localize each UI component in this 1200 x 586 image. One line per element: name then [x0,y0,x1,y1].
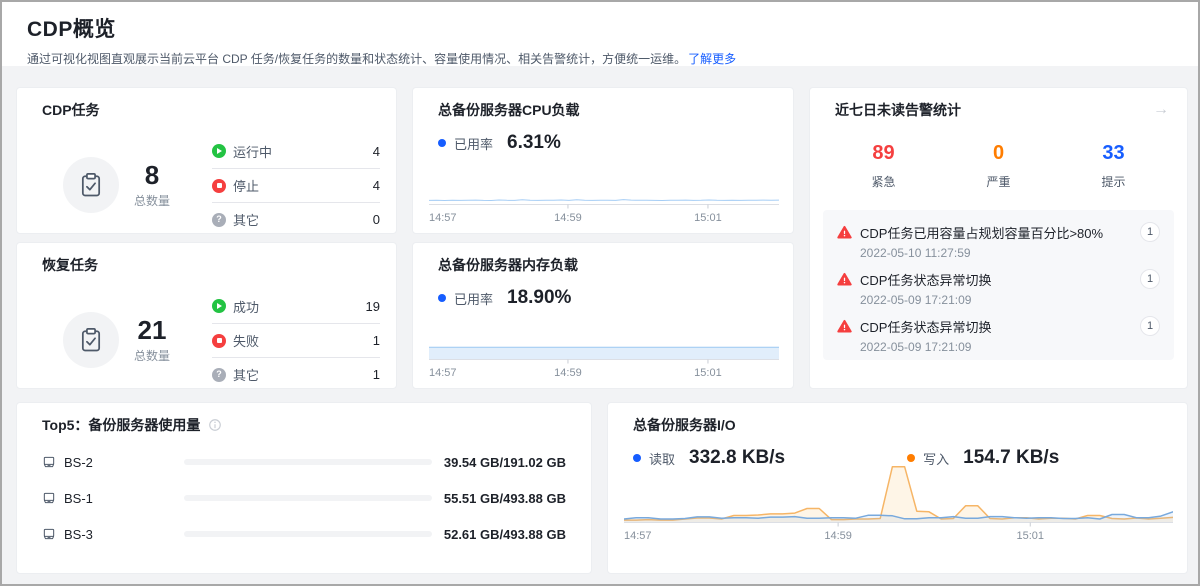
alarm-stat-critical: 89 紧急 [826,142,941,190]
dashboard-screen: CDP概览 通过可视化视图直观展示当前云平台 CDP 任务/恢复任务的数量和状态… [0,0,1200,586]
info-icon[interactable] [208,418,222,432]
recovery-total-label: 总数量 [134,347,170,364]
status-row-running: 运行中 4 [212,134,380,168]
running-status-icon [212,144,226,158]
arrow-right-icon[interactable]: → [1153,102,1171,118]
status-row-stopped: 停止 4 [212,168,380,202]
status-row-other: ? 其它 1 [212,357,380,391]
io-chart: 14:57 14:59 15:01 [624,460,1173,545]
recovery-status-list: 成功 19 失败 1 ? 其它 1 [212,289,380,391]
top5-usage-card: Top5：备份服务器使用量 BS-2 39.54 GB/191.02 GB BS… [16,402,592,574]
alert-count-badge: 1 [1140,269,1160,289]
alarm-card-title: 近七日未读告警统计 [826,100,961,120]
alert-timestamp: 2022-05-09 17:21:09 [860,293,1160,307]
alert-item[interactable]: CDP任务状态异常切换 1 2022-05-09 17:21:09 [837,316,1160,354]
page-header: CDP概览 通过可视化视图直观展示当前云平台 CDP 任务/恢复任务的数量和状态… [2,2,1198,66]
io-card-title: 总备份服务器I/O [624,415,1171,435]
page-title: CDP概览 [27,13,1174,43]
usage-progress-bar [184,531,432,537]
cpu-load-chart: 14:57 14:59 15:01 [429,142,779,227]
memory-card-title: 总备份服务器内存负载 [429,255,777,275]
alarm-stat-severe: 0 严重 [941,142,1056,190]
svg-text:14:57: 14:57 [429,367,457,379]
usage-progress-bar [184,495,432,501]
cdp-tasks-body: 8 总数量 运行中 4 停止 4 ? [33,134,380,236]
usage-progress-bar [184,459,432,465]
alert-item[interactable]: CDP任务状态异常切换 1 2022-05-09 17:21:09 [837,269,1160,307]
warning-triangle-icon [837,272,852,287]
cpu-card-title: 总备份服务器CPU负载 [429,100,777,120]
memory-load-chart: 14:57 14:59 15:01 [429,297,779,382]
cdp-tasks-title: CDP任务 [33,100,380,120]
status-row-other: ? 其它 0 [212,202,380,236]
recovery-tasks-card: 恢复任务 21 总数量 成功 19 [16,242,397,389]
alert-count-badge: 1 [1140,316,1160,336]
memory-load-card: 总备份服务器内存负载 已用率 18.90% 14:5714:5915:01 [412,242,794,389]
failed-status-icon [212,334,226,348]
cpu-load-card: 总备份服务器CPU负载 已用率 6.31% 14:5714:5915:01 [412,87,794,234]
alarm-stats-row: 89 紧急 0 严重 33 提示 [826,142,1171,190]
cdp-tasks-card: CDP任务 8 总数量 运行中 4 [16,87,397,234]
page-subtitle-text: 通过可视化视图直观展示当前云平台 CDP 任务/恢复任务的数量和状态统计、容量使… [27,52,686,66]
alert-count-badge: 1 [1140,222,1160,242]
svg-text:14:57: 14:57 [624,530,652,542]
server-usage-row: BS-2 39.54 GB/191.02 GB [33,453,575,471]
svg-text:15:01: 15:01 [1016,530,1044,542]
status-row-failed: 失败 1 [212,323,380,357]
status-row-success: 成功 19 [212,289,380,323]
recovery-tasks-title: 恢复任务 [33,255,380,275]
server-icon [42,455,56,469]
svg-text:14:59: 14:59 [554,367,582,379]
alarm-stat-info: 33 提示 [1056,142,1171,190]
svg-text:15:01: 15:01 [694,212,722,224]
page-subtitle: 通过可视化视图直观展示当前云平台 CDP 任务/恢复任务的数量和状态统计、容量使… [27,50,1174,67]
cdp-total-value: 8 [134,161,170,190]
alert-timestamp: 2022-05-09 17:21:09 [860,340,1160,354]
alert-list-panel: CDP任务已用容量占规划容量百分比>80% 1 2022-05-10 11:27… [823,210,1174,360]
server-icon [42,527,56,541]
svg-text:14:59: 14:59 [554,212,582,224]
clipboard-icon [63,312,119,368]
alarm-stats-card: 近七日未读告警统计 → 89 紧急 0 严重 33 提示 [809,87,1188,389]
warning-triangle-icon [837,225,852,240]
server-usage-row: BS-1 55.51 GB/493.88 GB [33,489,575,507]
alert-timestamp: 2022-05-10 11:27:59 [860,246,1160,260]
warning-triangle-icon [837,319,852,334]
other-status-icon: ? [212,213,226,227]
server-icon [42,491,56,505]
svg-text:14:57: 14:57 [429,212,457,224]
dashboard-content: CDP任务 8 总数量 运行中 4 [2,66,1200,586]
learn-more-link[interactable]: 了解更多 [688,52,736,66]
stopped-status-icon [212,179,226,193]
alert-item[interactable]: CDP任务已用容量占规划容量百分比>80% 1 2022-05-10 11:27… [837,222,1160,260]
server-usage-row: BS-3 52.61 GB/493.88 GB [33,525,575,543]
other-status-icon: ? [212,368,226,382]
recovery-total-value: 21 [134,316,170,345]
io-card: 总备份服务器I/O 读取 332.8 KB/s 写入 154.7 KB/s 14… [607,402,1188,574]
svg-text:14:59: 14:59 [824,530,852,542]
success-status-icon [212,299,226,313]
cdp-status-list: 运行中 4 停止 4 ? 其它 0 [212,134,380,236]
svg-text:15:01: 15:01 [694,367,722,379]
clipboard-icon [63,157,119,213]
top5-card-title: Top5：备份服务器使用量 [33,415,200,435]
cdp-total-label: 总数量 [134,192,170,209]
